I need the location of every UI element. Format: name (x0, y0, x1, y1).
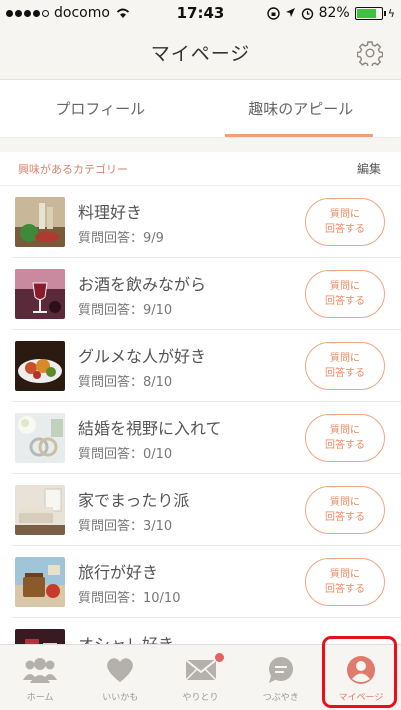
tab-label: つぶやき (262, 693, 299, 703)
item-title: 家でまったり派 (78, 491, 190, 510)
answer-question-button[interactable]: 質問に 回答する (305, 486, 385, 534)
category-section-header: 興味があるカテゴリー 編集 (0, 152, 401, 186)
answer-question-button[interactable]: 質問に 回答する (305, 270, 385, 318)
bottom-tab-bar: ホーム いいかも やりとり つぶやき マイページ (0, 644, 401, 710)
mail-icon (183, 655, 219, 685)
list-item[interactable]: お酒を飲みながら 質問回答：9/10 質問に 回答する (12, 258, 401, 330)
item-answer-count: 質問回答：9/9 (78, 231, 164, 246)
charging-icon: ϟ (387, 6, 395, 20)
list-item[interactable]: グルメな人が好き 質問回答：8/10 質問に 回答する (12, 330, 401, 402)
answer-question-button[interactable]: 質問に 回答する (305, 558, 385, 606)
wedding-photo (15, 413, 65, 463)
gourmet-photo (15, 341, 65, 391)
edit-button[interactable]: 編集 (357, 160, 381, 177)
wine-photo (15, 269, 65, 319)
rotation-lock-icon (266, 6, 280, 20)
item-title: 料理好き (78, 203, 143, 222)
tab-label: やりとり (182, 693, 219, 703)
item-answer-count: 質問回答：8/10 (78, 375, 173, 390)
chat-bubble-icon (263, 655, 299, 685)
person-icon (343, 655, 379, 685)
list-item[interactable]: 家でまったり派 質問回答：3/10 質問に 回答する (12, 474, 401, 546)
answer-question-button[interactable]: 質問に 回答する (305, 414, 385, 462)
status-bar: docomo 17:43 82% ϟ (0, 0, 401, 26)
item-title: グルメな人が好き (78, 347, 207, 366)
item-answer-count: 質問回答：3/10 (78, 519, 173, 534)
people-icon (22, 655, 58, 685)
tab-label: ホーム (26, 693, 54, 703)
page-title: マイページ (150, 43, 251, 65)
section-label: 興味があるカテゴリー (18, 162, 128, 176)
tab-tweets[interactable]: つぶやき (241, 645, 321, 710)
item-title: オシャレ好き (78, 631, 174, 644)
list-item[interactable]: オシャレ好き (12, 618, 401, 644)
travel-photo (15, 557, 65, 607)
profile-tabs: プロフィール 趣味のアピール (0, 80, 401, 138)
alarm-icon (301, 7, 313, 20)
tab-messages[interactable]: やりとり (160, 645, 240, 710)
item-answer-count: 質問回答：0/10 (78, 447, 173, 462)
gear-icon[interactable] (357, 40, 383, 66)
category-list: 料理好き 質問回答：9/9 質問に 回答する お酒を飲みながら 質問回答：9/1… (0, 186, 401, 644)
navigation-bar: マイページ (0, 26, 401, 80)
battery-icon (354, 6, 386, 20)
home-relax-photo (15, 485, 65, 535)
item-title: お酒を飲みながら (78, 275, 207, 294)
battery-percent: 82% (318, 5, 350, 21)
list-item[interactable]: 旅行が好き 質問回答：10/10 質問に 回答する (12, 546, 401, 618)
item-answer-count: 質問回答：10/10 (78, 591, 181, 606)
notification-badge (214, 653, 224, 662)
item-title: 旅行が好き (78, 563, 159, 582)
tab-hobby-appeal[interactable]: 趣味のアピール (201, 80, 401, 137)
heart-icon (102, 655, 138, 685)
list-item[interactable]: 料理好き 質問回答：9/9 質問に 回答する (12, 186, 401, 258)
tab-label: マイページ (338, 693, 384, 703)
fashion-photo (15, 629, 65, 644)
tab-like[interactable]: いいかも (80, 645, 160, 710)
location-icon (285, 8, 295, 17)
item-answer-count: 質問回答：9/10 (78, 303, 173, 318)
tab-mypage[interactable]: マイページ (321, 645, 401, 710)
list-item[interactable]: 結婚を視野に入れて 質問回答：0/10 質問に 回答する (12, 402, 401, 474)
cooking-photo (15, 197, 65, 247)
section-gap (0, 138, 401, 152)
tab-label: いいかも (102, 693, 139, 703)
item-title: 結婚を視野に入れて (78, 419, 222, 438)
tab-profile[interactable]: プロフィール (0, 80, 201, 137)
answer-question-button[interactable]: 質問に 回答する (305, 198, 385, 246)
tab-home[interactable]: ホーム (0, 645, 80, 710)
answer-question-button[interactable]: 質問に 回答する (305, 342, 385, 390)
